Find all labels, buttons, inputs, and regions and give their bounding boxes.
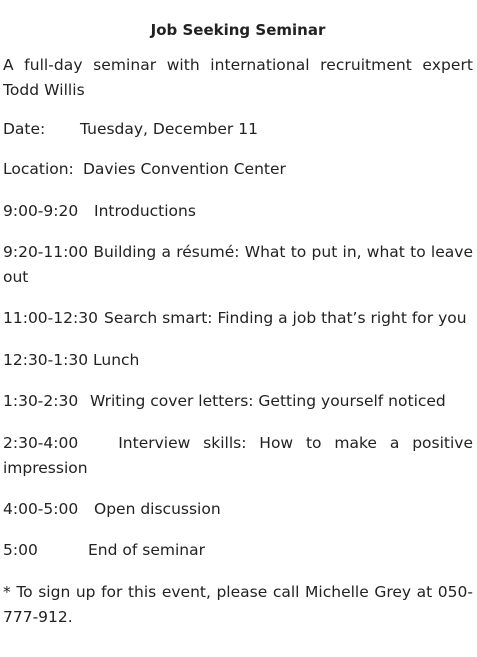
- schedule-item: 9:00-9:20 Introductions: [3, 199, 473, 224]
- seminar-document: Job Seeking Seminar A full-day seminar w…: [0, 0, 477, 630]
- location-row: Location: Davies Convention Center: [3, 157, 473, 182]
- schedule-time: 9:00-9:20: [3, 201, 79, 220]
- schedule-activity: Introductions: [94, 201, 196, 220]
- schedule-time: 4:00-5:00: [3, 499, 79, 518]
- date-label: Date:: [3, 120, 46, 138]
- schedule-activity: Lunch: [93, 350, 140, 369]
- schedule-time: 11:00-12:30: [3, 309, 98, 327]
- schedule-item: 5:00 End of seminar: [3, 538, 473, 563]
- schedule-item: 11:00-12:30 Search smart: Finding a job t…: [3, 306, 473, 331]
- location-value: Davies Convention Center: [83, 160, 286, 178]
- schedule-item: 4:00-5:00 Open discussion: [3, 497, 473, 522]
- schedule-item: 12:30-1:30 Lunch: [3, 348, 473, 373]
- schedule-activity: Open discussion: [94, 499, 221, 518]
- schedule-activity: Writing cover letters: Getting yourself …: [90, 392, 446, 410]
- seminar-description: A full-day seminar with international re…: [3, 56, 473, 99]
- schedule-time: 9:20-11:00: [3, 243, 89, 261]
- schedule-time: 12:30-1:30: [3, 350, 89, 369]
- location-label: Location:: [3, 160, 74, 178]
- schedule-item: 1:30-2:30 Writing cover letters: Getting …: [3, 389, 473, 414]
- page-title: Job Seeking Seminar: [150, 21, 326, 39]
- schedule-item: 2:30-4:00 Interview skills: How to make a…: [3, 431, 473, 481]
- signup-footnote: * To sign up for this event, please call…: [3, 582, 473, 626]
- schedule-item: 9:20-11:00 Building a résumé: What to pu…: [3, 240, 473, 290]
- schedule-time: 2:30-4:00: [3, 433, 79, 452]
- schedule-activity: Search smart: Finding a job that’s right…: [104, 309, 467, 327]
- schedule-time: 1:30-2:30: [3, 392, 79, 410]
- date-value: Tuesday, December 11: [80, 120, 258, 138]
- schedule-time: 5:00: [3, 541, 38, 559]
- date-row: Date: Tuesday, December 11: [3, 117, 473, 142]
- schedule-activity: End of seminar: [88, 541, 205, 559]
